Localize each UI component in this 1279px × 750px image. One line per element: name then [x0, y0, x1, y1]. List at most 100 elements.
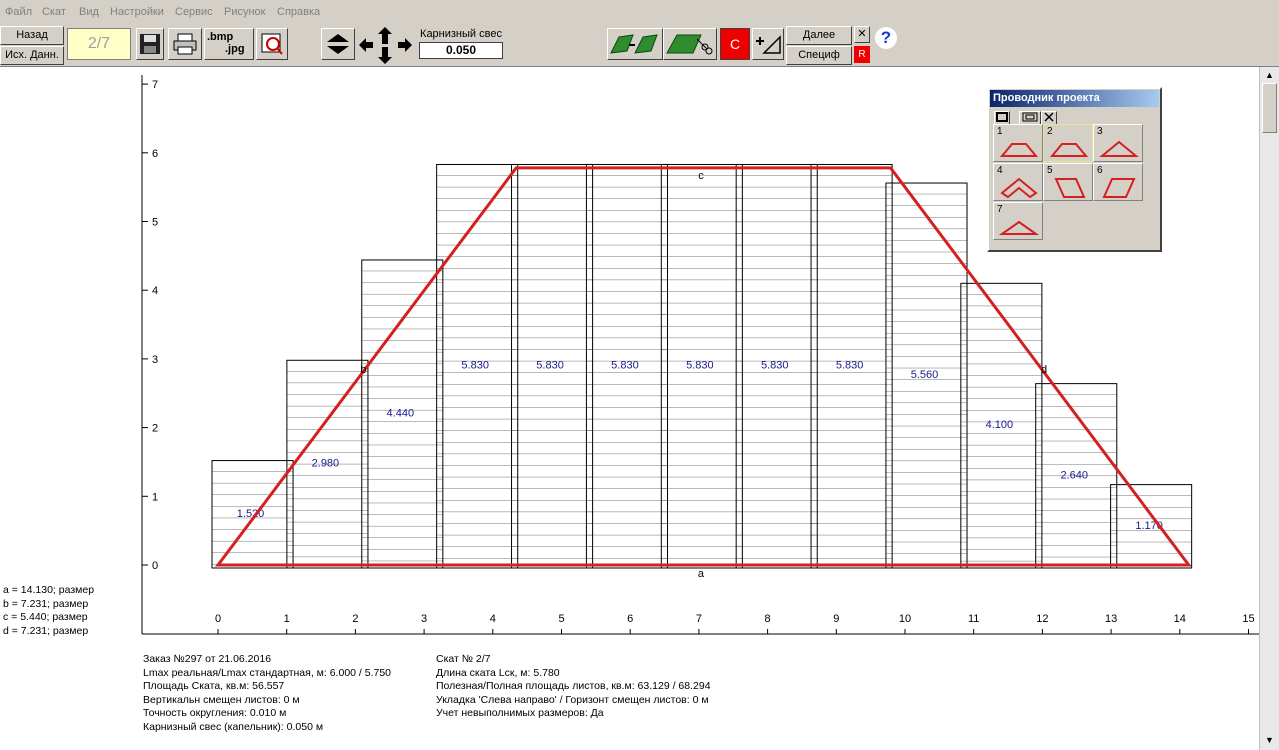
sheet-length-label: 5.830 [461, 360, 489, 372]
slope-item-5[interactable]: 5 [1043, 163, 1093, 201]
trapezoid-shape-icon [999, 143, 1039, 157]
menu-view[interactable]: Вид [79, 6, 99, 18]
arrow-down-button[interactable] [376, 45, 394, 65]
double-chevron-icon [327, 34, 349, 54]
sheet-length-label: 2.640 [1060, 469, 1088, 481]
toolbar: Назад Исх. Данн. 2/7 .bmp .jpg Карнизный… [0, 25, 1279, 67]
order-info-right: Скат № 2/7 Длина ската Lск, м: 5.780 Пол… [436, 653, 711, 721]
slope-item-number: 3 [1097, 126, 1103, 137]
eaves-group: Карнизный свес 0.050 [417, 28, 505, 61]
parallelogram-shape-icon [1054, 178, 1086, 198]
sheet-length-label: 5.560 [911, 369, 939, 381]
slope-item-1[interactable]: 1 [993, 124, 1043, 162]
slope-item-3[interactable]: 3 [1093, 124, 1143, 162]
menu-file[interactable]: Файл [5, 6, 32, 18]
triangle-shape-icon [998, 220, 1040, 235]
panel-restore-button[interactable] [1019, 111, 1041, 125]
floppy-icon [140, 34, 160, 54]
y-tick-label: 4 [152, 285, 158, 297]
magnifier-icon [261, 33, 283, 55]
x-tick-label: 9 [833, 613, 839, 625]
add-slope-button[interactable] [752, 28, 784, 60]
scroll-down-icon[interactable]: ▼ [1262, 733, 1277, 747]
close-button[interactable]: ✕ [854, 26, 870, 43]
y-tick-label: 7 [152, 79, 158, 91]
y-tick-label: 6 [152, 148, 158, 160]
eaves-drip: Карнизный свес (капельник): 0.050 м [143, 720, 324, 733]
slope-length: Длина ската Lск, м: 5.780 [436, 666, 560, 679]
x-tick-label: 8 [765, 613, 771, 625]
menu-settings[interactable]: Настройки [110, 6, 164, 18]
dimension-c: c = 5.440; размер [3, 611, 88, 623]
export-image-button[interactable]: .bmp .jpg [204, 28, 254, 60]
slope-item-2[interactable]: 2 [1043, 124, 1093, 162]
slope-item-6[interactable]: 6 [1093, 163, 1143, 201]
menu-service[interactable]: Сервис [175, 6, 213, 18]
save-button[interactable] [136, 28, 164, 60]
slope-item-number: 4 [997, 165, 1003, 176]
sheet-length-label: 5.830 [611, 360, 639, 372]
preview-button[interactable] [256, 28, 288, 60]
edge-label-b: b [360, 364, 366, 376]
project-explorer-panel: Проводник проекта 1 2 3 4 5 6 7 [987, 87, 1162, 252]
y-tick-label: 1 [152, 491, 158, 503]
close-icon [1044, 112, 1054, 122]
slope-item-number: 1 [997, 126, 1003, 137]
eaves-input[interactable]: 0.050 [419, 42, 503, 59]
x-tick-label: 4 [490, 613, 496, 625]
menu-help[interactable]: Справка [277, 6, 320, 18]
y-tick-label: 5 [152, 217, 158, 229]
vertical-scrollbar[interactable]: ▲ ▼ [1259, 67, 1279, 750]
menu-drawing[interactable]: Рисунок [224, 6, 266, 18]
arrow-up-icon [378, 27, 392, 44]
unfeasible-sizes: Учет невыполнимых размеров: Да [436, 707, 604, 719]
sheet-layout-button[interactable] [607, 28, 663, 60]
sheet-length-label: 5.830 [836, 360, 864, 372]
panel-close-button[interactable] [1041, 111, 1057, 125]
x-tick-label: 5 [558, 613, 564, 625]
print-button[interactable] [168, 28, 202, 60]
next-button[interactable]: Далее [786, 26, 852, 45]
slope-area: Площадь Ската, кв.м: 56.557 [143, 680, 285, 692]
arrow-left-button[interactable] [357, 35, 375, 55]
move-top-bottom-button[interactable] [321, 28, 355, 60]
rhombus-shape-icon [1102, 178, 1136, 198]
cut-sheets-button[interactable] [663, 28, 717, 60]
scroll-thumb[interactable] [1262, 83, 1277, 133]
scroll-up-icon[interactable]: ▲ [1262, 68, 1277, 82]
restore-icon [1022, 112, 1038, 122]
vertical-shift: Вертикальн смещен листов: 0 м [143, 693, 300, 706]
source-data-button[interactable]: Исх. Данн. [0, 46, 64, 65]
order-number: Заказ №297 от 21.06.2016 [143, 653, 272, 665]
dimensions-list: a = 14.130; размер b = 7.231; размер c =… [3, 584, 94, 638]
slope-item-number: 2 [1047, 126, 1053, 137]
back-button[interactable]: Назад [0, 26, 64, 45]
slope-item-7[interactable]: 7 [993, 202, 1043, 240]
x-tick-label: 6 [627, 613, 633, 625]
slope-item-number: 5 [1047, 165, 1053, 176]
arrow-up-button[interactable] [376, 26, 394, 46]
spec-button[interactable]: Специф [786, 46, 852, 65]
chevron-shape-icon [1000, 177, 1038, 199]
c-button[interactable]: C [720, 28, 750, 60]
x-tick-label: 7 [696, 613, 702, 625]
triangle-shape-icon [1099, 140, 1139, 157]
eaves-label: Карнизный свес [420, 28, 502, 40]
rounding-precision: Точность округления: 0.010 м [143, 707, 287, 719]
x-tick-label: 14 [1174, 613, 1186, 625]
slope-item-number: 6 [1097, 165, 1103, 176]
slope-item-4[interactable]: 4 [993, 163, 1043, 201]
x-tick-label: 11 [968, 613, 979, 625]
r-button[interactable]: R [854, 46, 870, 63]
menu-slope[interactable]: Скат [42, 6, 66, 18]
panel-window-button[interactable] [994, 111, 1010, 125]
arrow-left-icon [359, 38, 373, 52]
x-tick-label: 15 [1242, 613, 1254, 625]
sheet-length-label: 5.830 [686, 360, 714, 372]
help-icon[interactable]: ? [875, 27, 897, 49]
arrow-right-icon [398, 38, 412, 52]
sheet-length-label: 4.440 [387, 407, 415, 419]
plus-triangle-icon [756, 35, 781, 54]
x-tick-label: 0 [215, 613, 221, 625]
arrow-right-button[interactable] [396, 35, 414, 55]
